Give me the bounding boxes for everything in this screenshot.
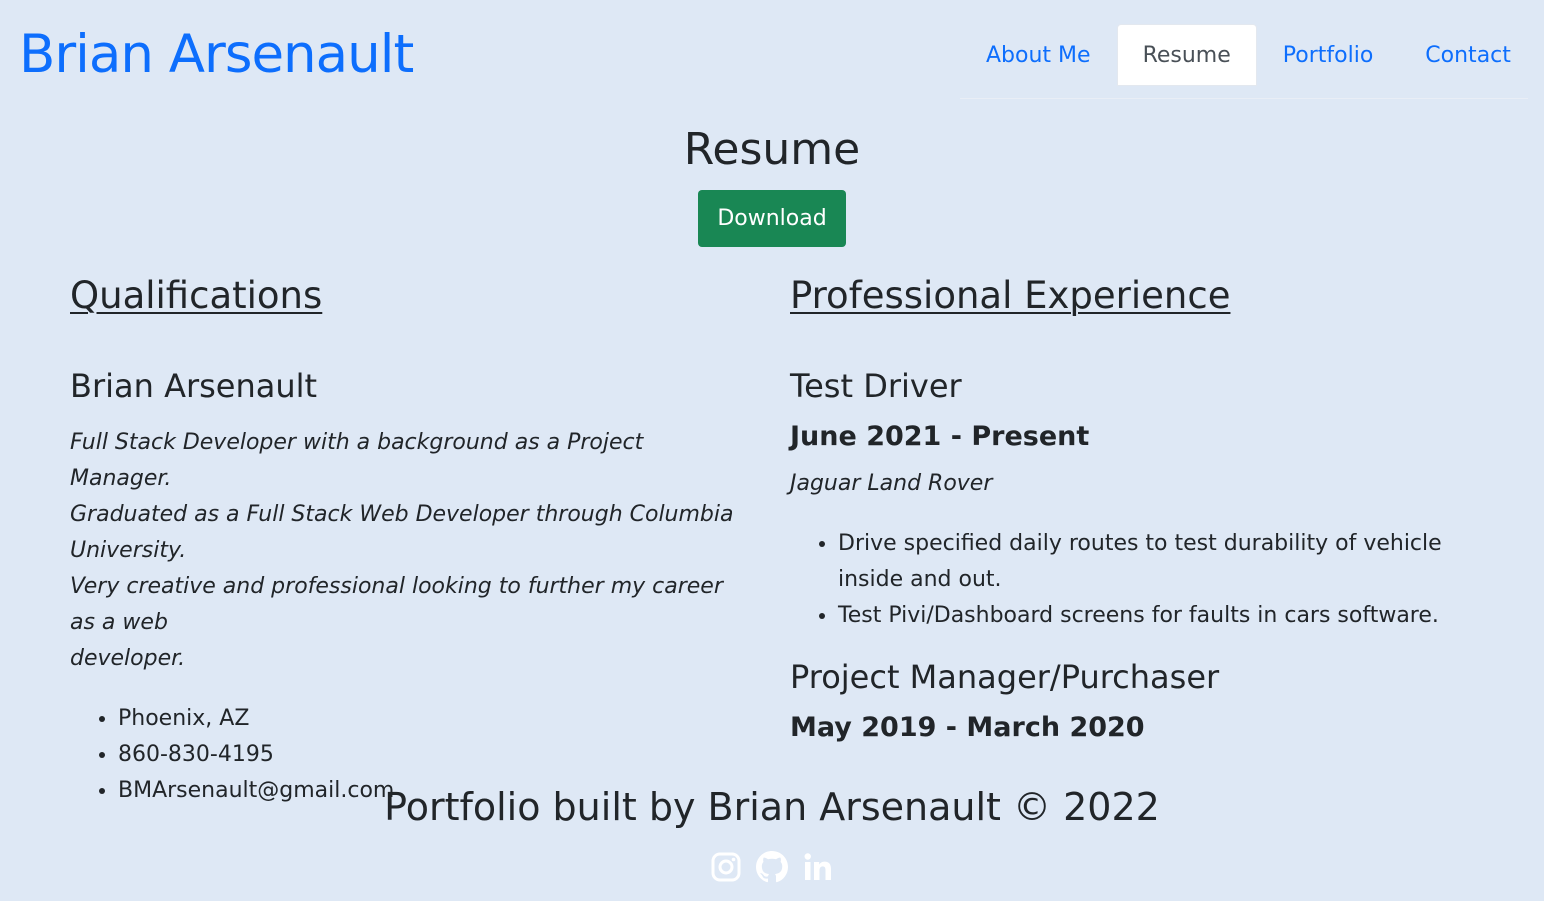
qualifications-name: Brian Arsenault [70,367,318,406]
bio-line: developer. [70,645,186,671]
nav-about-me[interactable]: About Me [960,24,1117,86]
instagram-icon[interactable] [710,850,742,884]
brand-title[interactable]: Brian Arsenault [19,24,414,86]
job-title: Project Manager/Purchaser [790,658,1220,697]
bio-line: Full Stack Developer with a background a… [70,429,644,491]
job-title: Test Driver [790,367,962,406]
experience-heading: Professional Experience [790,274,1231,317]
job-duty: Drive specified daily routes to test dur… [838,526,1470,598]
qualifications-heading: Qualifications [70,274,323,317]
page-title: Resume [683,124,861,175]
contact-phone: 860-830-4195 [118,737,735,773]
job-duty: Test Pivi/Dashboard screens for faults i… [838,598,1470,634]
job-company: Jaguar Land Rover [790,471,993,497]
job-duties: Drive specified daily routes to test dur… [790,526,1470,634]
download-button[interactable]: Download [698,190,846,247]
social-links [0,850,1544,884]
bio-line: Graduated as a Full Stack Web Developer … [70,501,734,563]
github-icon[interactable] [756,850,788,884]
job-dates: May 2019 - March 2020 [790,711,1145,743]
footer-text: Portfolio built by Brian Arsenault © 202… [384,785,1160,829]
qualifications-section: Qualifications Brian Arsenault Full Stac… [70,274,735,809]
job-dates: June 2021 - Present [790,420,1090,452]
bio-line: Very creative and professional looking t… [70,573,723,635]
nav-contact[interactable]: Contact [1399,24,1537,86]
experience-section: Professional Experience Test Driver June… [790,274,1470,744]
bio-text: Full Stack Developer with a background a… [70,425,735,677]
nav-portfolio[interactable]: Portfolio [1257,24,1400,86]
linkedin-icon[interactable] [802,850,834,884]
nav-resume[interactable]: Resume [1116,24,1257,86]
contact-location: Phoenix, AZ [118,701,735,737]
main-nav: About Me Resume Portfolio Contact [960,24,1528,99]
